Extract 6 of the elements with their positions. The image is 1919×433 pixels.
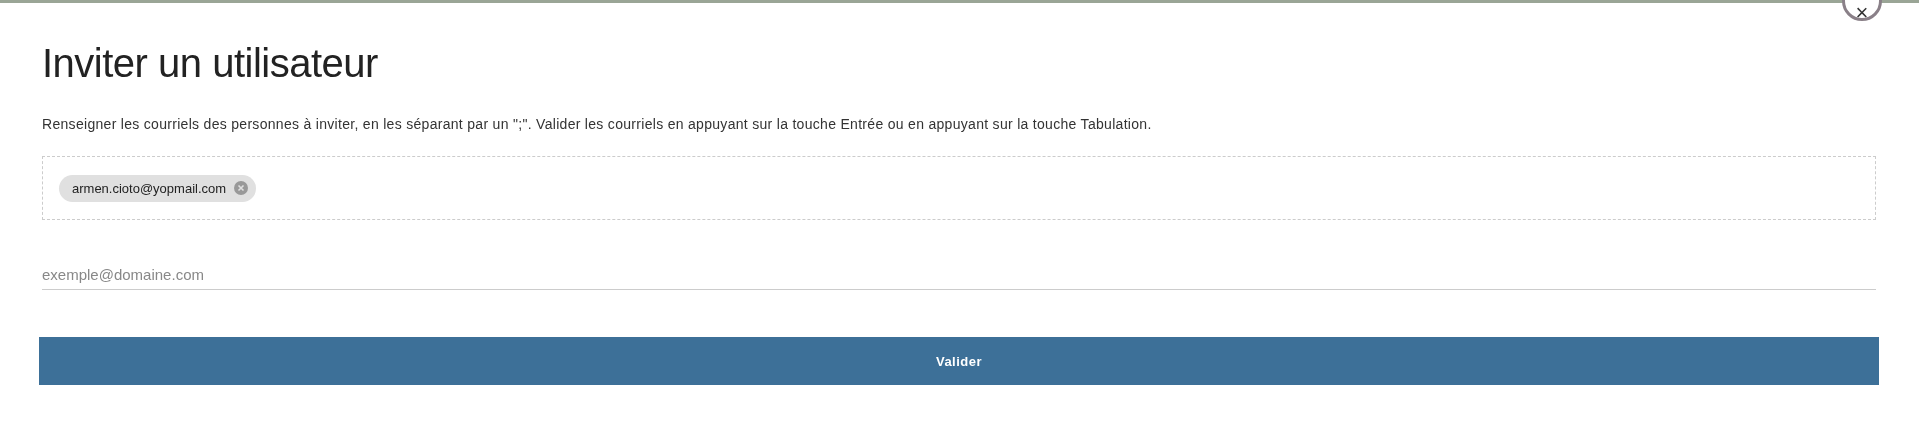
close-button[interactable]: ×	[1842, 0, 1882, 21]
email-tag-label: armen.cioto@yopmail.com	[72, 180, 227, 196]
dialog-title: Inviter un utilisateur	[42, 41, 379, 86]
submit-button[interactable]: Valider	[39, 337, 1879, 385]
remove-icon[interactable]	[234, 181, 249, 195]
instructions-text: Renseigner les courriels des personnes à inviter, en les séparant par un ";". Valider les courriels en appuyant sur la touche Entrée ou en appuyant sur la touche Tabulation.	[42, 116, 1153, 132]
